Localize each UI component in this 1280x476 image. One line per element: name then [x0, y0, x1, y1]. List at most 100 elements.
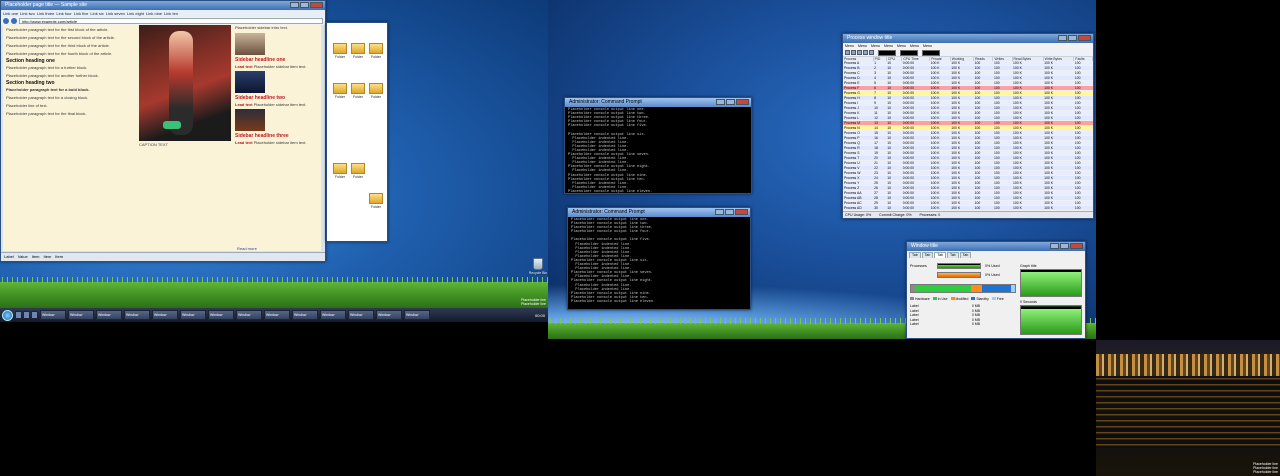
minimize-icon[interactable] — [1058, 35, 1067, 41]
taskbar-button[interactable]: Window — [264, 310, 290, 320]
taskbar-button[interactable]: Window — [152, 310, 178, 320]
folder-tile[interactable]: Folder — [367, 83, 385, 99]
console-titlebar[interactable]: Administrator: Command Prompt — [568, 208, 750, 217]
console-output[interactable]: Placeholder console output line one. Plac… — [565, 107, 751, 193]
related-thumb[interactable] — [235, 109, 265, 131]
folder-tile[interactable]: Folder — [349, 43, 367, 59]
start-orb-icon[interactable] — [2, 309, 13, 321]
folder-tile[interactable]: Folder — [331, 83, 349, 99]
bookmark-item[interactable]: Link eight — [127, 10, 144, 17]
close-icon[interactable] — [1070, 243, 1083, 249]
save-icon[interactable] — [845, 50, 850, 55]
browser-titlebar[interactable]: Placeholder page title — Sample site — [1, 1, 325, 10]
bookmark-item[interactable]: Link six — [90, 10, 103, 17]
folder-tile[interactable]: Folder — [349, 83, 367, 99]
minimize-icon[interactable] — [715, 209, 724, 215]
folder-tile[interactable]: Folder — [367, 43, 385, 59]
system-information-window[interactable]: Window title Tab Tab Tab Tab Tab Process… — [906, 241, 1086, 339]
folder-tile[interactable]: Folder — [331, 43, 349, 59]
close-icon[interactable] — [310, 2, 323, 8]
procexp-titlebar[interactable]: Process window title — [843, 34, 1093, 43]
folder-tile[interactable]: Folder — [331, 163, 349, 179]
maximize-icon[interactable] — [1068, 35, 1077, 41]
taskbar-button[interactable]: Window — [180, 310, 206, 320]
bookmark-item[interactable]: Link four — [56, 10, 71, 17]
taskbar-button[interactable]: Window — [320, 310, 346, 320]
bookmark-item[interactable]: Link two — [20, 10, 35, 17]
quick-launch-icon[interactable] — [15, 311, 22, 319]
minimize-icon[interactable] — [716, 99, 725, 105]
sysinfo-titlebar[interactable]: Window title — [907, 242, 1085, 251]
process-explorer-window[interactable]: Process window title Menu Menu Menu Menu… — [842, 33, 1094, 219]
minimize-icon[interactable] — [290, 2, 299, 8]
tab-overview[interactable]: Tab — [909, 252, 921, 258]
quick-launch-icon[interactable] — [23, 311, 30, 319]
related-thumb[interactable] — [235, 33, 265, 55]
bookmark-item[interactable]: Link ten — [164, 10, 178, 17]
status-item[interactable]: Item — [44, 253, 52, 261]
folder-tile[interactable]: Folder — [349, 163, 367, 179]
menu-item[interactable]: Menu — [845, 43, 854, 49]
taskbar-button[interactable]: Window — [376, 310, 402, 320]
menu-item[interactable]: Menu — [858, 43, 867, 49]
taskbar-button[interactable]: Window — [348, 310, 374, 320]
bookmark-item[interactable]: Link nine — [146, 10, 162, 17]
status-item[interactable]: Item — [55, 253, 63, 261]
console-output[interactable]: Placeholder console output line one. Plac… — [568, 217, 750, 309]
io-graph[interactable] — [922, 49, 940, 56]
menu-item[interactable]: Menu — [923, 43, 932, 49]
menu-item[interactable]: Menu — [884, 43, 893, 49]
tab-disk[interactable]: Tab — [946, 252, 959, 258]
memory-graph[interactable] — [900, 49, 918, 56]
bookmark-item[interactable]: Link one — [3, 10, 18, 17]
explorer-window[interactable]: Folder Folder Folder Folder Folder Folde… — [326, 22, 388, 242]
maximize-icon[interactable] — [1060, 243, 1069, 249]
status-item[interactable]: Item — [32, 253, 40, 261]
quick-launch-icon[interactable] — [31, 311, 38, 319]
status-item[interactable]: Label — [4, 253, 14, 261]
maximize-icon[interactable] — [725, 209, 734, 215]
close-icon[interactable] — [1078, 35, 1091, 41]
address-input[interactable]: http://www.example.com/article — [19, 18, 323, 24]
browser-window[interactable]: Placeholder page title — Sample site Lin… — [0, 0, 326, 262]
process-table[interactable]: Process PID CPU CPU Time Private Working Reads… — [843, 57, 1093, 218]
properties-icon[interactable] — [857, 50, 862, 55]
taskbar-button[interactable]: Window — [236, 310, 262, 320]
taskbar-clock[interactable]: 00:00 — [535, 313, 548, 318]
find-icon[interactable] — [869, 50, 874, 55]
kill-icon[interactable] — [863, 50, 868, 55]
minimize-icon[interactable] — [1050, 243, 1059, 249]
menu-item[interactable]: Menu — [910, 43, 919, 49]
tab-cpu[interactable]: Tab — [921, 252, 934, 258]
tab-memory[interactable]: Tab — [934, 252, 946, 258]
related-thumb[interactable] — [235, 71, 265, 93]
bookmark-item[interactable]: Link seven — [106, 10, 125, 17]
taskbar-button[interactable]: Window — [40, 310, 66, 320]
menu-item[interactable]: Menu — [871, 43, 880, 49]
related-headline[interactable]: Sidebar headline three — [235, 133, 319, 139]
back-icon[interactable] — [3, 18, 9, 24]
bookmark-item[interactable]: Link five — [74, 10, 89, 17]
menu-item[interactable]: Menu — [897, 43, 906, 49]
refresh-icon[interactable] — [851, 50, 856, 55]
taskbar-button[interactable]: Window — [68, 310, 94, 320]
related-headline[interactable]: Sidebar headline one — [235, 57, 319, 63]
forward-icon[interactable] — [11, 18, 17, 24]
recycle-bin[interactable]: Recycle Bin — [528, 258, 548, 275]
close-icon[interactable] — [736, 99, 749, 105]
more-link[interactable]: Read more — [237, 246, 257, 251]
taskbar-button[interactable]: Window — [208, 310, 234, 320]
tab-network[interactable]: Tab — [959, 252, 972, 258]
maximize-icon[interactable] — [300, 2, 309, 8]
taskbar-button[interactable]: Window — [124, 310, 150, 320]
close-icon[interactable] — [735, 209, 748, 215]
taskbar-button[interactable]: Window — [292, 310, 318, 320]
console-titlebar[interactable]: Administrator: Command Prompt — [565, 98, 751, 107]
folder-tile[interactable]: Folder — [367, 193, 385, 209]
console-window-1[interactable]: Administrator: Command Prompt Placeholde… — [564, 97, 752, 194]
maximize-icon[interactable] — [726, 99, 735, 105]
taskbar-button[interactable]: Window — [96, 310, 122, 320]
cpu-graph[interactable] — [878, 49, 896, 56]
related-headline[interactable]: Sidebar headline two — [235, 95, 319, 101]
bookmark-item[interactable]: Link three — [37, 10, 55, 17]
